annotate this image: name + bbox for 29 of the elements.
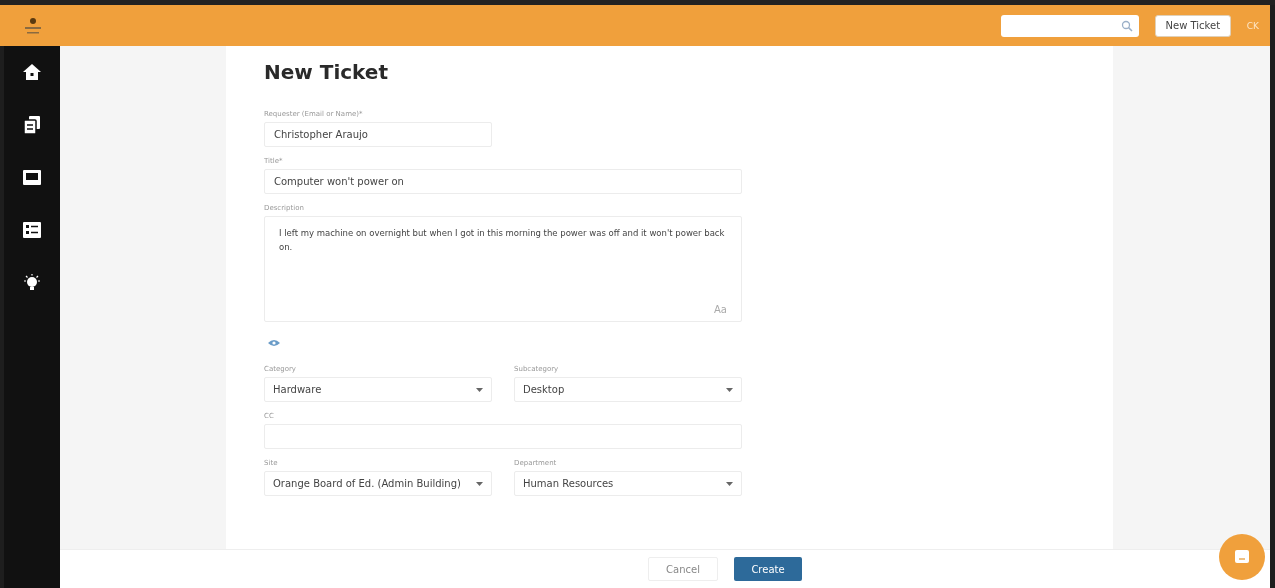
dropdown-value: Hardware [273,384,322,395]
create-button[interactable]: Create [734,557,802,581]
text-field[interactable]: Computer won't power on [264,169,742,194]
dropdown[interactable]: Orange Board of Ed. (Admin Building) [264,471,492,496]
chat-icon [1234,549,1250,565]
caret-icon [726,387,733,392]
home-icon[interactable] [22,63,42,81]
dropdown-value: Desktop [523,384,565,395]
dropdown[interactable]: Human Resources [514,471,742,496]
dropdown[interactable]: Desktop [514,377,742,402]
search-field[interactable] [1000,14,1139,37]
description-text: I left my machine on overnight but when I got in this morning the power was off and it won't power back on. [279,227,726,254]
page-title: New Ticket [264,60,389,84]
text-field[interactable]: Christopher Araujo [264,122,492,147]
new-ticket-button[interactable]: New Ticket [1154,14,1231,37]
documents-icon[interactable] [23,115,41,135]
caret-icon [476,387,483,392]
eye-icon[interactable] [268,339,280,347]
dropdown[interactable]: Hardware [264,377,492,402]
cancel-button[interactable]: Cancel [648,557,718,581]
dropdown-value: Human Resources [523,478,614,489]
search-icon [1120,19,1133,32]
caret-icon [476,481,483,486]
description-field[interactable]: I left my machine on overnight but when I got in this morning the power was off and it won't power back on. Aa [264,216,742,322]
dashboard-icon[interactable] [22,221,42,239]
dropdown-value: Orange Board of Ed. (Admin Building) [273,478,461,489]
lightbulb-icon[interactable] [22,273,42,293]
caret-icon [726,481,733,486]
monitor-icon[interactable] [22,169,42,187]
